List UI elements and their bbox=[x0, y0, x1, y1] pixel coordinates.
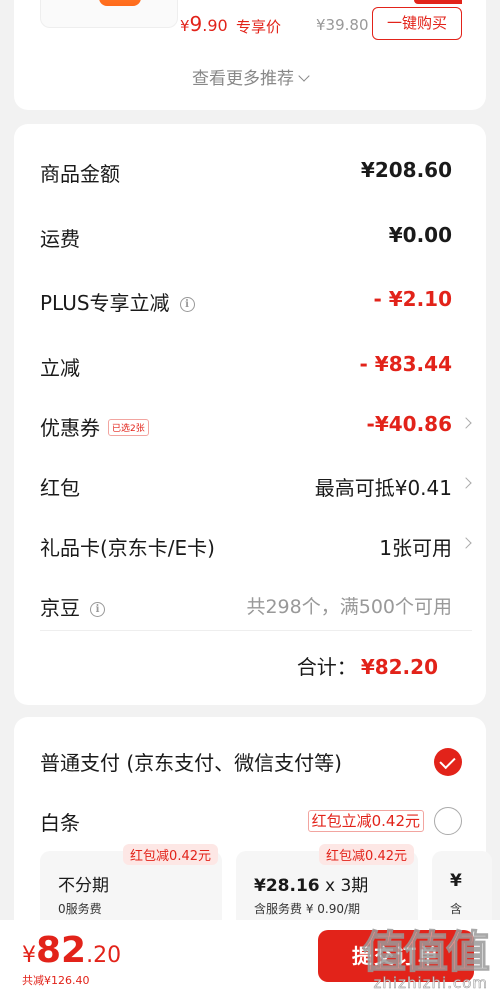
row-label: 京豆 i bbox=[40, 592, 105, 621]
plan-discount-badge: 红包减0.42元 bbox=[123, 844, 218, 865]
price-symbol: ¥ bbox=[180, 17, 190, 35]
checked-circle-icon[interactable] bbox=[434, 748, 462, 776]
price-symbol: ¥ bbox=[22, 943, 36, 968]
checkout-total-price: ¥82.20 bbox=[22, 930, 121, 971]
plan-periods: x 3期 bbox=[319, 876, 369, 896]
summary-row-red-packet[interactable]: 红包 最高可抵¥0.41 bbox=[40, 464, 472, 504]
payment-option-label: 普通支付 (京东支付、微信支付等) bbox=[40, 751, 342, 775]
row-label-text: 优惠券 bbox=[40, 416, 100, 440]
summary-row-instant-discount: 立减 - ¥83.44 bbox=[40, 344, 452, 384]
plan-title: 不分期 bbox=[58, 876, 109, 896]
more-recommendations-link[interactable]: 查看更多推荐 bbox=[14, 64, 486, 89]
plan-amount: ¥28.16 bbox=[254, 876, 320, 896]
more-recommendations-label: 查看更多推荐 bbox=[192, 69, 294, 89]
chevron-down-icon bbox=[298, 70, 310, 82]
plan-discount-badge: 红包减0.42元 bbox=[319, 844, 414, 865]
row-label: 立减 bbox=[40, 356, 80, 380]
baitiao-discount-badge: 红包立减0.42元 bbox=[307, 810, 424, 832]
info-icon[interactable]: i bbox=[179, 297, 195, 312]
recommend-card: ¥9.90 专享价 ¥39.80 一键购买 查看更多推荐 bbox=[14, 0, 486, 110]
info-icon[interactable]: i bbox=[90, 602, 105, 617]
row-value: ¥208.60 bbox=[360, 158, 452, 182]
row-value: -¥40.86 bbox=[366, 412, 452, 436]
summary-row-coupon[interactable]: 优惠券 已选2张 -¥40.86 bbox=[40, 404, 472, 444]
row-label: PLUS专享立减 i bbox=[40, 287, 195, 316]
payment-option-normal[interactable]: 普通支付 (京东支付、微信支付等) bbox=[40, 737, 462, 777]
chevron-right-icon bbox=[460, 477, 472, 489]
one-click-buy-button[interactable]: 一键购买 bbox=[372, 7, 462, 40]
radio-circle-icon[interactable] bbox=[434, 807, 462, 835]
price-int: 9 bbox=[189, 12, 203, 36]
coupon-selected-badge: 已选2张 bbox=[108, 419, 149, 436]
row-label: 商品金额 bbox=[40, 162, 120, 186]
recommend-price: ¥9.90 bbox=[180, 12, 228, 36]
row-label: 礼品卡(京东卡/E卡) bbox=[40, 536, 215, 560]
divider bbox=[40, 630, 472, 631]
order-total: 合计： ¥82.20 bbox=[297, 651, 438, 680]
summary-row-shipping: 运费 ¥0.00 bbox=[40, 215, 452, 255]
total-label: 合计： bbox=[296, 655, 357, 679]
row-label: 红包 bbox=[40, 476, 80, 500]
row-value: - ¥2.10 bbox=[373, 287, 452, 311]
exclusive-price-label: 专享价 bbox=[236, 18, 282, 36]
row-label: 优惠券 已选2张 bbox=[40, 412, 149, 441]
summary-row-plus-discount: PLUS专享立减 i - ¥2.10 bbox=[40, 279, 452, 319]
original-price: ¥39.80 bbox=[316, 16, 369, 34]
row-value: 最高可抵¥0.41 bbox=[314, 476, 452, 500]
chevron-right-icon bbox=[460, 537, 472, 549]
summary-row-gift-card[interactable]: 礼品卡(京东卡/E卡) 1张可用 bbox=[40, 524, 472, 564]
row-label-text: PLUS专享立减 bbox=[40, 291, 170, 315]
plan-title: ¥ bbox=[450, 871, 462, 891]
recommend-product-image[interactable] bbox=[40, 0, 178, 28]
plan-amount: ¥ bbox=[450, 871, 462, 891]
row-value: - ¥83.44 bbox=[359, 352, 452, 376]
watermark-logo: 值值值 bbox=[361, 926, 490, 978]
price-dec: .20 bbox=[86, 943, 122, 968]
plan-fee: 含 bbox=[450, 902, 463, 916]
chevron-right-icon bbox=[460, 417, 472, 429]
row-value: 1张可用 bbox=[379, 536, 452, 560]
order-summary-card: 商品金额 ¥208.60 运费 ¥0.00 PLUS专享立减 i - ¥2.10 … bbox=[14, 124, 486, 705]
plan-fee: 0服务费 bbox=[58, 902, 102, 916]
promo-tag bbox=[414, 0, 462, 4]
payment-option-label: 白条 bbox=[40, 811, 80, 835]
summary-row-goods-amount: 商品金额 ¥208.60 bbox=[40, 150, 452, 190]
row-value: 共298个，满500个可用 bbox=[246, 596, 452, 618]
payment-option-baitiao[interactable]: 白条 红包立减0.42元 bbox=[40, 797, 462, 837]
watermark-url: zhizhizhi.com bbox=[373, 974, 488, 993]
summary-row-jingdou: 京豆 i 共298个，满500个可用 bbox=[40, 584, 452, 624]
price-int: 82 bbox=[36, 930, 87, 971]
plan-fee: 含服务费 ¥ 0.90/期 bbox=[254, 902, 361, 916]
price-dec: .90 bbox=[202, 16, 228, 35]
watermark: 值值值 zhizhizhi.com bbox=[361, 916, 490, 993]
installment-plan-none[interactable]: 红包减0.42元 不分期 0服务费 bbox=[40, 844, 222, 931]
plan-title: ¥28.16 x 3期 bbox=[254, 871, 368, 896]
total-saved: 共减¥126.40 bbox=[22, 974, 90, 987]
product-bottle-image bbox=[99, 0, 141, 6]
total-value: ¥82.20 bbox=[360, 655, 438, 679]
row-label: 运费 bbox=[40, 227, 80, 251]
row-label-text: 京豆 bbox=[40, 596, 80, 620]
row-value: ¥0.00 bbox=[388, 223, 452, 247]
